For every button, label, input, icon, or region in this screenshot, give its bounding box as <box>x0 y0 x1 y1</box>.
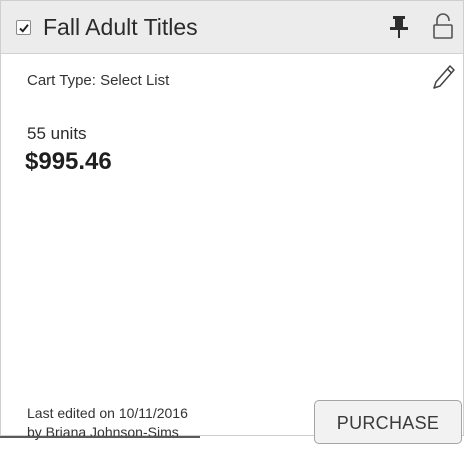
card-header: Fall Adult Titles <box>1 1 463 54</box>
unlock-icon[interactable] <box>431 12 455 40</box>
cart-total: $995.46 <box>25 148 112 175</box>
card-title: Fall Adult Titles <box>43 14 198 40</box>
cart-type-label: Cart Type: Select List <box>27 72 170 89</box>
select-cart-checkbox[interactable] <box>16 20 31 35</box>
last-edited-date: Last edited on 10/11/2016 <box>27 405 188 421</box>
purchase-button[interactable]: PURCHASE <box>314 400 462 444</box>
last-edited-by: by Briana Johnson-Sims <box>27 424 179 440</box>
pencil-icon[interactable] <box>431 63 457 91</box>
checkmark-icon <box>19 24 29 33</box>
cart-card: Fall Adult Titles Cart Type: Select List… <box>0 0 464 440</box>
pin-icon[interactable] <box>388 15 410 39</box>
units-count: 55 units <box>27 124 87 143</box>
bottom-divider <box>0 436 200 438</box>
